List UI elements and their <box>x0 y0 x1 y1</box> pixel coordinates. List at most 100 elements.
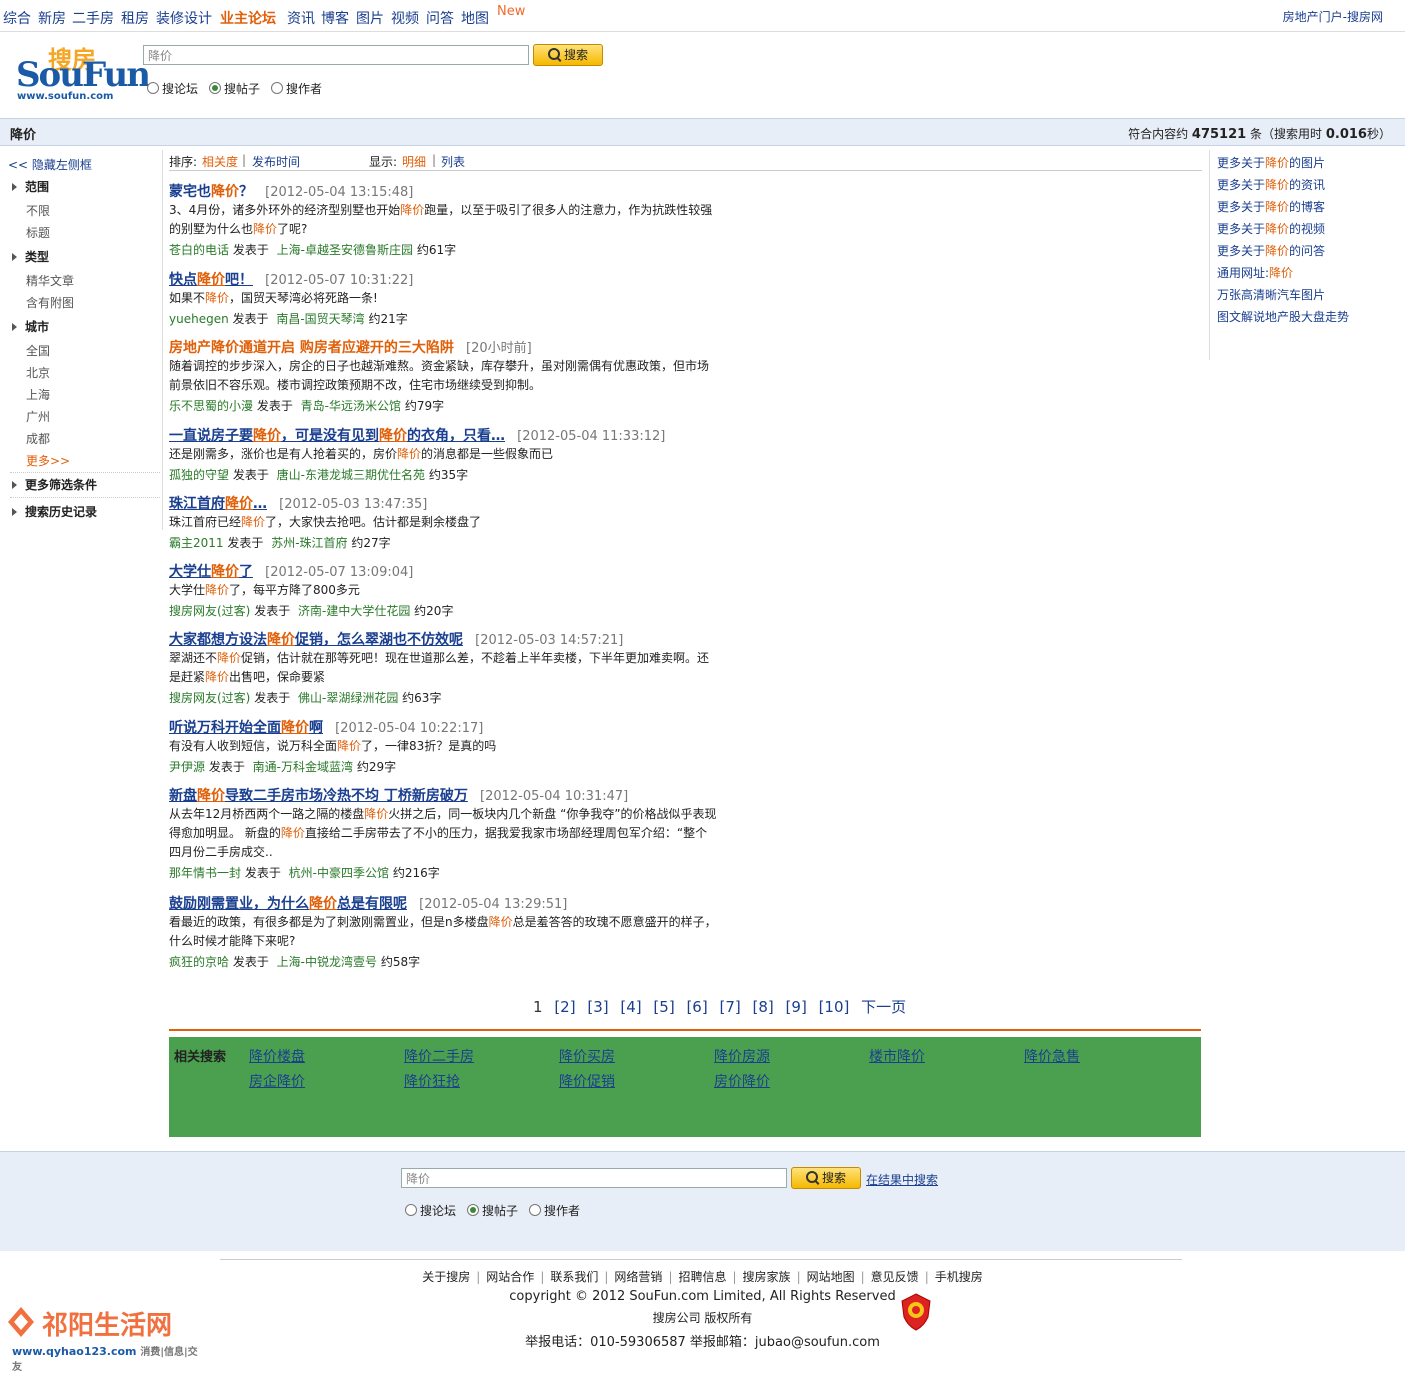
nav-item-租房[interactable]: 租房 <box>121 8 149 28</box>
radio-search-forum[interactable]: 搜论坛 <box>147 80 198 97</box>
footer-link[interactable]: 招聘信息 <box>678 1270 726 1284</box>
footer-link[interactable]: 联系我们 <box>550 1270 598 1284</box>
title-text[interactable]: 蒙宅也 <box>169 184 211 200</box>
title-text[interactable]: 导致二手房市场冷热不均 丁桥新房破万 <box>225 788 468 804</box>
nav-item-新房[interactable]: 新房 <box>38 8 66 28</box>
author-link[interactable]: 搜房网友(过客) <box>169 691 250 705</box>
forum-link[interactable]: 南昌-国贸天琴湾 <box>276 312 364 326</box>
search-in-results-link[interactable]: 在结果中搜索 <box>866 1171 938 1188</box>
related-link[interactable]: 房企降价 <box>249 1071 305 1091</box>
radio-search-author[interactable]: 搜作者 <box>529 1202 580 1219</box>
nav-item-图片[interactable]: 图片 <box>356 8 384 28</box>
related-link[interactable]: 降价买房 <box>559 1046 615 1066</box>
highlight-term[interactable]: 降价 <box>197 788 225 804</box>
forum-link[interactable]: 佛山-翠湖绿洲花园 <box>298 691 398 705</box>
filter-city-guangzhou[interactable]: 广州 <box>26 408 50 425</box>
title-text[interactable]: 一直说房子要 <box>169 428 253 444</box>
related-link[interactable]: 降价狂抢 <box>404 1071 460 1091</box>
result-title[interactable]: 快点降价吧！ [2012-05-07 10:31:22] <box>169 269 413 289</box>
title-text[interactable]: ？ <box>239 184 253 200</box>
highlight-term[interactable]: 降价 <box>281 720 309 736</box>
filter-city-chengdu[interactable]: 成都 <box>26 430 50 447</box>
page-link[interactable]: [8] <box>753 998 774 1016</box>
title-text[interactable]: 促销，怎么翠湖也不仿效呢 <box>295 632 463 648</box>
filter-range-header[interactable]: 范围 <box>12 178 49 195</box>
related-link-right[interactable]: 更多关于降价的博客 <box>1217 198 1325 215</box>
nav-item-业主论坛[interactable]: 业主论坛 <box>220 8 276 28</box>
title-text[interactable]: ，可是没有见到 <box>281 428 379 444</box>
title-text[interactable]: 鼓励刚需置业，为什么 <box>169 896 309 912</box>
page-link[interactable]: [2] <box>554 998 575 1016</box>
more-filters-header[interactable]: 更多筛选条件 <box>12 476 97 493</box>
related-link-right[interactable]: 更多关于降价的图片 <box>1217 154 1325 171</box>
nav-item-地图[interactable]: 地图 <box>461 8 489 28</box>
highlight-term[interactable]: 降价 <box>379 428 407 444</box>
highlight-term[interactable]: 降价 <box>211 340 239 356</box>
footer-link[interactable]: 网站合作 <box>486 1270 534 1284</box>
police-badge-icon[interactable] <box>900 1293 932 1331</box>
title-text[interactable]: 听说万科开始全面 <box>169 720 281 736</box>
search-input[interactable]: 降价 <box>143 45 529 65</box>
highlight-term[interactable]: 通道开启 购房者应避开的三大陷阱 <box>239 340 454 356</box>
nav-item-资讯[interactable]: 资讯 <box>287 8 315 28</box>
related-link[interactable]: 降价楼盘 <box>249 1046 305 1066</box>
highlight-term[interactable]: 降价 <box>267 632 295 648</box>
forum-link[interactable]: 杭州-中豪四季公馆 <box>289 866 389 880</box>
footer-link[interactable]: 手机搜房 <box>935 1270 983 1284</box>
hide-sidebar-link[interactable]: << 隐藏左侧框 <box>8 156 92 173</box>
footer-link[interactable]: 搜房家族 <box>743 1270 791 1284</box>
page-link[interactable]: [10] <box>819 998 850 1016</box>
next-page-link[interactable]: 下一页 <box>861 998 906 1016</box>
forum-link[interactable]: 上海-卓越圣安德鲁斯庄园 <box>277 243 413 257</box>
filter-city-more[interactable]: 更多>> <box>26 452 70 469</box>
related-link-right[interactable]: 更多关于降价的视频 <box>1217 220 1325 237</box>
footer-link[interactable]: 网站地图 <box>807 1270 855 1284</box>
title-text[interactable]: 了 <box>239 564 253 580</box>
author-link[interactable]: 搜房网友(过客) <box>169 604 250 618</box>
title-text[interactable]: 新盘 <box>169 788 197 804</box>
author-link[interactable]: 疯狂的京哈 <box>169 955 229 969</box>
author-link[interactable]: 苍白的电话 <box>169 243 229 257</box>
display-list[interactable]: 列表 <box>441 153 465 170</box>
footer-link[interactable]: 意见反馈 <box>871 1270 919 1284</box>
highlight-term[interactable]: 降价 <box>309 896 337 912</box>
filter-city-shanghai[interactable]: 上海 <box>26 386 50 403</box>
related-link-right[interactable]: 更多关于降价的资讯 <box>1217 176 1325 193</box>
highlight-term[interactable]: 降价 <box>211 564 239 580</box>
title-text[interactable]: 吧！ <box>225 272 253 288</box>
radio-search-posts[interactable]: 搜帖子 <box>209 80 260 97</box>
related-link[interactable]: 降价促销 <box>559 1071 615 1091</box>
page-link[interactable]: [3] <box>587 998 608 1016</box>
highlight-term[interactable]: 降价 <box>197 272 225 288</box>
display-detail[interactable]: 明细 <box>402 153 426 170</box>
title-text[interactable]: 快点 <box>169 272 197 288</box>
related-link[interactable]: 降价房源 <box>714 1046 770 1066</box>
highlight-term[interactable]: 房地产 <box>169 340 211 356</box>
forum-link[interactable]: 苏州-珠江首府 <box>271 536 347 550</box>
related-link-right[interactable]: 图文解说地产股大盘走势 <box>1217 308 1349 325</box>
related-link-right[interactable]: 更多关于降价的问答 <box>1217 242 1325 259</box>
result-title[interactable]: 大家都想方设法降价促销，怎么翠湖也不仿效呢 [2012-05-03 14:57:… <box>169 629 623 649</box>
related-link[interactable]: 降价急售 <box>1024 1046 1080 1066</box>
soufun-logo[interactable]: 搜房 SouFun www.soufun.com <box>14 42 151 106</box>
author-link[interactable]: 孤独的守望 <box>169 468 229 482</box>
filter-type-header[interactable]: 类型 <box>12 248 49 265</box>
search-history-header[interactable]: 搜索历史记录 <box>12 503 97 520</box>
result-title[interactable]: 大学仕降价了 [2012-05-07 13:09:04] <box>169 561 413 581</box>
result-title[interactable]: 蒙宅也降价？ [2012-05-04 13:15:48] <box>169 181 413 201</box>
forum-link[interactable]: 南通-万科金域蓝湾 <box>253 760 353 774</box>
page-link[interactable]: [4] <box>620 998 641 1016</box>
highlight-term[interactable]: 降价 <box>211 184 239 200</box>
author-link[interactable]: 那年情书一封 <box>169 866 241 880</box>
related-link[interactable]: 降价二手房 <box>404 1046 474 1066</box>
author-link[interactable]: 尹伊源 <box>169 760 205 774</box>
bottom-search-input[interactable]: 降价 <box>401 1168 787 1188</box>
forum-link[interactable]: 济南-建中大学仕花园 <box>298 604 410 618</box>
radio-search-author[interactable]: 搜作者 <box>271 80 322 97</box>
footer-link[interactable]: 关于搜房 <box>422 1270 470 1284</box>
related-link-right[interactable]: 通用网址:降价 <box>1217 264 1293 281</box>
title-text[interactable]: 大学仕 <box>169 564 211 580</box>
result-title[interactable]: 新盘降价导致二手房市场冷热不均 丁桥新房破万 [2012-05-04 10:31… <box>169 785 628 805</box>
result-title[interactable]: 房地产降价通道开启 购房者应避开的三大陷阱 [20小时前] <box>169 337 532 357</box>
title-text[interactable]: 的衣角，只看… <box>407 428 505 444</box>
